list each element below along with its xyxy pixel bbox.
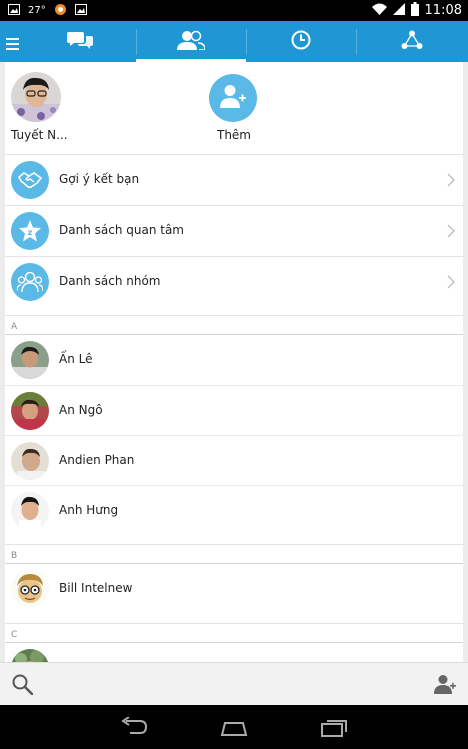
menu-item-groups[interactable]: Danh sách nhóm — [5, 256, 463, 307]
section-header-c: C — [5, 623, 463, 643]
contact-row[interactable]: Bill Intelnew — [5, 564, 463, 614]
chevron-right-icon — [447, 172, 455, 191]
share-icon — [401, 30, 423, 54]
add-contact-label: Thêm — [216, 128, 251, 142]
contact-name: Bill Intelnew — [59, 581, 133, 595]
clock-time: 11:08 — [424, 3, 462, 18]
contact-row[interactable]: Anh Hưng — [5, 485, 463, 535]
my-name: Tuyết N... — [11, 128, 68, 142]
contact-name: Andien Phan — [59, 453, 135, 467]
image-icon — [8, 3, 20, 18]
section-letter: C — [11, 630, 18, 640]
avatar — [11, 442, 49, 480]
contact-name: Ấn Lê — [59, 352, 93, 366]
add-person-icon — [220, 84, 246, 112]
search-icon[interactable] — [12, 674, 34, 699]
screen: 27° 11:08 Tuyết N... Thêm Gợi ý kết bạn … — [0, 0, 468, 749]
battery-icon — [410, 2, 419, 19]
menu-item-suggestions[interactable]: Gợi ý kết bạn — [5, 154, 463, 205]
chat-bubbles-icon — [67, 30, 93, 54]
top-row: Tuyết N... Thêm — [5, 62, 463, 154]
add-friend-icon[interactable] — [434, 674, 456, 698]
add-contact-button[interactable] — [209, 74, 257, 122]
svg-text:z: z — [28, 228, 33, 237]
wifi-icon — [371, 3, 387, 18]
menu-label: Danh sách nhóm — [59, 274, 161, 288]
contact-row[interactable]: An Ngô — [5, 385, 463, 435]
menu-icon[interactable] — [6, 35, 19, 54]
star-icon: z — [11, 212, 49, 250]
tab-more[interactable] — [356, 21, 468, 62]
section-letter: B — [11, 551, 18, 561]
contact-row[interactable]: Ấn Lê — [5, 335, 463, 385]
chevron-right-icon — [447, 223, 455, 242]
status-bar: 27° 11:08 — [0, 0, 468, 21]
home-icon[interactable] — [219, 717, 249, 741]
section-letter: A — [11, 322, 18, 332]
back-icon[interactable] — [120, 716, 148, 741]
tab-history[interactable] — [246, 21, 356, 62]
navigation-bar — [0, 705, 468, 749]
avatar — [11, 341, 49, 379]
menu-label: Gợi ý kết bạn — [59, 172, 140, 186]
section-header-b: B — [5, 544, 463, 564]
bottom-search-bar — [0, 662, 468, 705]
temperature-text: 27° — [28, 5, 46, 16]
avatar — [11, 492, 49, 530]
chevron-right-icon — [447, 274, 455, 293]
avatar — [11, 649, 49, 662]
avatar — [11, 392, 49, 430]
tab-messages[interactable] — [24, 21, 136, 62]
handshake-icon — [11, 161, 49, 199]
contacts-icon — [177, 30, 206, 54]
menu-label: Danh sách quan tâm — [59, 223, 184, 237]
contact-name: Anh Hưng — [59, 503, 119, 517]
avatar — [11, 570, 49, 608]
menu-item-favorites[interactable]: z Danh sách quan tâm — [5, 205, 463, 256]
contact-row[interactable]: Andien Phan — [5, 435, 463, 485]
tab-contacts[interactable] — [136, 21, 246, 62]
section-header-a: A — [5, 315, 463, 335]
signal-icon — [392, 3, 405, 18]
weather-icon — [54, 3, 67, 19]
group-icon — [11, 263, 49, 301]
my-avatar[interactable] — [11, 72, 61, 122]
clock-icon — [291, 30, 311, 54]
contact-row[interactable] — [5, 643, 463, 662]
gallery-icon — [74, 3, 87, 18]
contact-name: An Ngô — [59, 403, 103, 417]
tab-bar — [0, 21, 468, 62]
contacts-panel: Tuyết N... Thêm Gợi ý kết bạn z Danh sác… — [5, 62, 463, 662]
recent-apps-icon[interactable] — [320, 717, 348, 741]
